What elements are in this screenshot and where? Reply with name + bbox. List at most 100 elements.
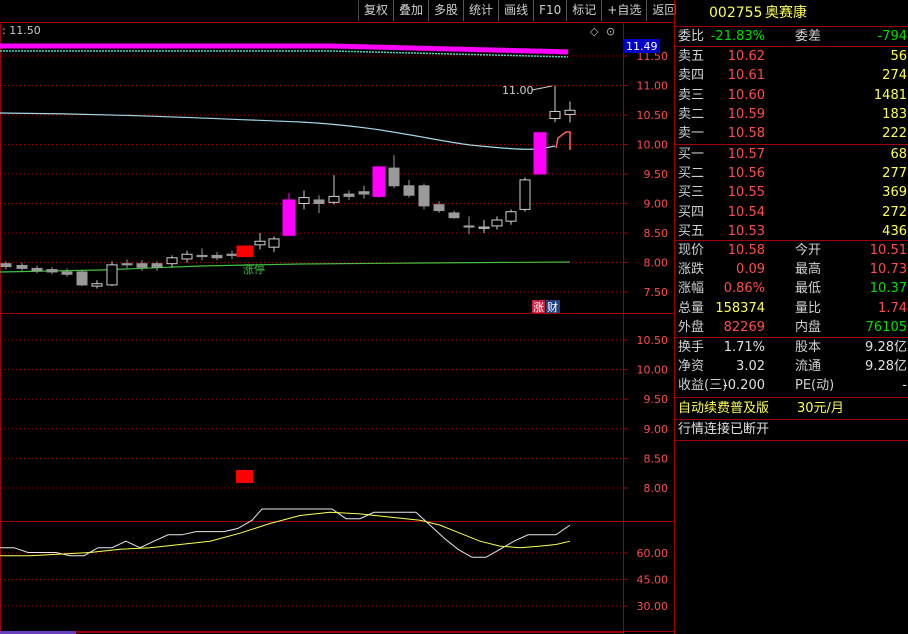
ask-level[interactable]: 卖一 10.58 222 — [675, 124, 908, 143]
candle-body — [505, 211, 517, 222]
candle-body — [448, 212, 460, 219]
candle-body — [343, 193, 355, 197]
ask-price: 10.59 — [727, 106, 765, 122]
bid-level[interactable]: 买三 10.55 369 — [675, 183, 908, 202]
signal-mark — [555, 131, 571, 150]
main-axis-label: 10.50 — [637, 109, 669, 122]
ask-volume: 1481 — [873, 87, 907, 103]
main-axis-label: 8.00 — [644, 257, 669, 270]
candle-body — [388, 167, 400, 187]
ask-volume: 183 — [882, 106, 907, 122]
current-price-tag: 11.49 — [626, 40, 658, 53]
osc-axis-label: 60.00 — [637, 547, 669, 560]
stat-row-label: 外盘 — [678, 319, 705, 335]
signal-marker — [236, 470, 253, 483]
candle-body — [151, 263, 163, 268]
stat-row-label2: 内盘 — [795, 319, 822, 335]
fund-row-label: 收益(三) — [678, 378, 728, 394]
stock-code: 002755 — [709, 5, 763, 21]
ma-value-label: : 11.50 — [2, 24, 41, 37]
quote-panel: 002755 奥赛康 委比 -21.83% 委差 -794 卖五 10.62 56 卖… — [674, 0, 908, 634]
bid-volume: 277 — [882, 166, 907, 182]
candle-body — [478, 226, 490, 229]
osc-axis-label: 45.00 — [637, 574, 669, 587]
candle-body — [211, 254, 223, 259]
fund-row-value2: 9.28亿 — [865, 359, 907, 375]
high-annotation: 11.00 — [502, 84, 534, 97]
fund-row-value: -0.200 — [723, 378, 765, 394]
candle-body — [31, 267, 43, 272]
bid-level[interactable]: 买一 10.57 68 — [675, 145, 908, 164]
ask-price: 10.60 — [727, 87, 765, 103]
candle-body — [196, 254, 208, 258]
connection-status: 行情连接已断开 — [678, 422, 770, 437]
weibi-row: 委比 -21.83% 委差 -794 — [675, 27, 908, 46]
chart-frame — [0, 22, 624, 633]
main-axis-label: 7.50 — [644, 286, 669, 299]
candle-body — [313, 199, 325, 205]
stat-row-label: 总量 — [678, 300, 705, 316]
candle-body — [121, 263, 133, 266]
candle-body — [254, 240, 266, 246]
promo-label: 自动续费普及版 — [678, 401, 770, 416]
stock-header: 002755 奥赛康 — [675, 2, 908, 24]
ask-label: 卖三 — [678, 87, 705, 103]
candle-body — [226, 253, 238, 256]
sub-axis-label: 10.00 — [637, 364, 669, 377]
bid-volume: 68 — [890, 147, 907, 162]
candle-body — [282, 199, 296, 236]
main-axis-label: 9.00 — [644, 198, 669, 211]
kline-chart[interactable]: 11.5011.0010.5010.009.509.008.508.007.50… — [0, 0, 674, 634]
stat-row-value2: 1.74 — [878, 300, 907, 316]
fund-row-value2: 9.28亿 — [865, 340, 907, 355]
bid-volume: 272 — [882, 204, 907, 220]
ask-level[interactable]: 卖五 10.62 56 — [675, 47, 908, 66]
fund-row-value: 3.02 — [736, 359, 765, 375]
candle-body — [358, 191, 370, 195]
stat-row: 总量 158374 量比 1.74 — [675, 299, 908, 318]
stat-row-label: 涨跌 — [678, 262, 705, 278]
weicha-value: -794 — [877, 29, 907, 44]
stat-row: 涨幅 0.86% 最低 10.37 — [675, 279, 908, 298]
ask-level[interactable]: 卖三 10.60 1481 — [675, 86, 908, 105]
bid-label: 买二 — [678, 166, 705, 182]
weibi-label: 委比 — [678, 29, 705, 44]
ma-line-long — [0, 112, 556, 150]
main-axis-label: 10.00 — [637, 139, 669, 152]
stock-name: 奥赛康 — [765, 5, 807, 21]
promo-row[interactable]: 自动续费普及版 30元/月 — [675, 399, 908, 418]
high-arrow — [531, 85, 553, 91]
ask-level[interactable]: 卖二 10.59 183 — [675, 105, 908, 124]
fund-row-label2: 股本 — [795, 340, 822, 355]
sub-axis-label: 9.00 — [644, 423, 669, 436]
status-row: 行情连接已断开 — [675, 420, 908, 439]
bid-label: 买一 — [678, 147, 705, 162]
limit-up-label: 涨停 — [243, 262, 265, 276]
candle-body — [236, 245, 254, 258]
candle-body — [372, 166, 386, 197]
ask-label: 卖五 — [678, 49, 705, 64]
bid-level[interactable]: 买二 10.56 277 — [675, 164, 908, 183]
stat-row-value: 158374 — [715, 300, 765, 316]
candle-body — [0, 263, 12, 268]
ask-price: 10.62 — [727, 49, 765, 64]
stat-row-label: 涨幅 — [678, 281, 705, 297]
fund-row-value2: - — [902, 378, 907, 394]
candle-body — [298, 197, 310, 205]
sub-axis-label: 10.50 — [637, 334, 669, 347]
stat-row-label2: 今开 — [795, 243, 822, 258]
fund-row-value: 1.71% — [723, 340, 765, 355]
osc-line-yellow — [0, 511, 571, 557]
stat-row-label2: 最低 — [795, 281, 822, 297]
candle-body — [328, 195, 340, 203]
candle-body — [418, 185, 430, 207]
bid-level[interactable]: 买五 10.53 436 — [675, 222, 908, 241]
bid-level[interactable]: 买四 10.54 272 — [675, 203, 908, 222]
fund-row-label: 换手 — [678, 340, 705, 355]
fund-row-label2: PE(动) — [795, 378, 835, 394]
main-axis-label: 8.50 — [644, 227, 669, 240]
ask-price: 10.61 — [727, 68, 765, 84]
stat-row-label: 现价 — [678, 243, 705, 258]
bid-label: 买五 — [678, 223, 705, 239]
ask-level[interactable]: 卖四 10.61 274 — [675, 66, 908, 85]
